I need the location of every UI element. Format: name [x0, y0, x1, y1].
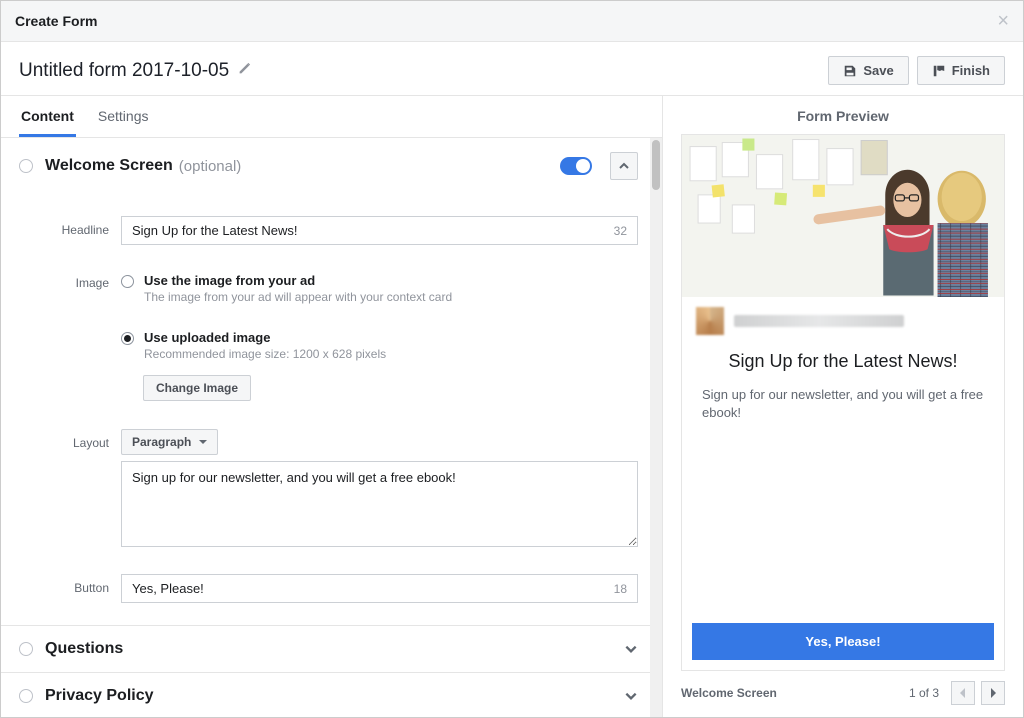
chevron-down-icon: [199, 440, 207, 444]
button-text-input[interactable]: Yes, Please! 18: [121, 574, 638, 603]
button-field-label: Button: [49, 574, 109, 595]
create-form-modal: Create Form × Untitled form 2017-10-05 S…: [0, 0, 1024, 718]
image-label: Image: [49, 269, 109, 290]
close-icon[interactable]: ×: [997, 11, 1009, 31]
section-indicator-icon: [19, 159, 33, 173]
change-image-button[interactable]: Change Image: [143, 375, 251, 401]
preview-panel: Form Preview: [663, 96, 1023, 717]
section-indicator-icon: [19, 642, 33, 656]
preview-pager: 1 of 3: [909, 681, 1005, 705]
row-button: Button Yes, Please! 18: [49, 574, 638, 603]
image-option-ad-hint: The image from your ad will appear with …: [144, 290, 452, 304]
save-icon: [843, 64, 857, 78]
section-questions-title: Questions: [45, 640, 123, 658]
button-text-value: Yes, Please!: [132, 581, 204, 596]
section-privacy-title: Privacy Policy: [45, 687, 154, 705]
modal-header: Create Form ×: [1, 1, 1023, 42]
radio-icon: [121, 275, 134, 288]
section-welcome-header[interactable]: Welcome Screen (optional): [1, 138, 656, 194]
save-label: Save: [863, 63, 893, 78]
preview-next-button[interactable]: [981, 681, 1005, 705]
headline-label: Headline: [49, 216, 109, 237]
edit-name-icon[interactable]: [237, 60, 251, 82]
preview-meta-row: [682, 297, 1004, 339]
layout-label: Layout: [49, 429, 109, 450]
preview-cta-button[interactable]: Yes, Please!: [692, 623, 994, 660]
paragraph-textarea[interactable]: [121, 461, 638, 547]
finish-button[interactable]: Finish: [917, 56, 1005, 85]
section-questions: Questions: [1, 626, 656, 673]
form-name-row: Untitled form 2017-10-05: [19, 60, 251, 82]
body: Content Settings Welcome Screen (optiona…: [1, 96, 1023, 717]
row-image: Image Use the image from your ad The ima…: [49, 269, 638, 401]
tabs: Content Settings: [1, 96, 662, 138]
toolbar: Untitled form 2017-10-05 Save Finish: [1, 42, 1023, 96]
section-welcome-title: Welcome Screen: [45, 157, 173, 175]
headline-value: Sign Up for the Latest News!: [132, 223, 297, 238]
preview-panel-title: Form Preview: [663, 96, 1023, 134]
button-text-count: 18: [614, 582, 627, 596]
section-welcome-optional: (optional): [179, 158, 242, 175]
collapse-welcome-button[interactable]: [610, 152, 638, 180]
tab-content[interactable]: Content: [19, 96, 76, 137]
modal-title: Create Form: [15, 13, 97, 29]
image-option-upload[interactable]: Use uploaded image Recommended image siz…: [121, 326, 638, 365]
chevron-down-icon: [624, 642, 638, 656]
section-privacy-header[interactable]: Privacy Policy: [1, 673, 656, 717]
scrollbar-thumb[interactable]: [652, 140, 660, 190]
section-privacy-policy: Privacy Policy: [1, 673, 656, 717]
section-questions-header[interactable]: Questions: [1, 626, 656, 672]
radio-icon-selected: [121, 332, 134, 345]
sections-scroll[interactable]: Welcome Screen (optional) Headline: [1, 138, 662, 717]
welcome-body: Headline Sign Up for the Latest News! 32…: [1, 194, 656, 625]
preview-footer-label: Welcome Screen: [681, 686, 777, 700]
row-layout: Layout Paragraph: [49, 429, 638, 550]
chevron-left-icon: [959, 688, 967, 698]
tab-settings[interactable]: Settings: [96, 96, 151, 137]
layout-selected: Paragraph: [132, 435, 191, 449]
headline-count: 32: [614, 224, 627, 238]
image-option-ad-label: Use the image from your ad: [144, 273, 452, 288]
preview-avatar: [696, 307, 724, 335]
preview-description: Sign up for our newsletter, and you will…: [682, 380, 1004, 428]
section-welcome-screen: Welcome Screen (optional) Headline: [1, 138, 656, 626]
image-option-upload-label: Use uploaded image: [144, 330, 386, 345]
preview-card: Sign Up for the Latest News! Sign up for…: [681, 134, 1005, 671]
toolbar-buttons: Save Finish: [828, 56, 1005, 85]
preview-page-count: 1 of 3: [909, 686, 939, 700]
section-indicator-icon: [19, 689, 33, 703]
save-button[interactable]: Save: [828, 56, 908, 85]
chevron-down-icon: [624, 689, 638, 703]
headline-input[interactable]: Sign Up for the Latest News! 32: [121, 216, 638, 245]
chevron-up-icon: [618, 160, 630, 172]
chevron-right-icon: [989, 688, 997, 698]
preview-image: [682, 135, 1004, 297]
preview-headline: Sign Up for the Latest News!: [682, 339, 1004, 380]
layout-dropdown[interactable]: Paragraph: [121, 429, 218, 455]
left-panel: Content Settings Welcome Screen (optiona…: [1, 96, 663, 717]
preview-page-name-blurred: [734, 315, 904, 327]
preview-footer: Welcome Screen 1 of 3: [663, 671, 1023, 717]
image-option-ad[interactable]: Use the image from your ad The image fro…: [121, 269, 638, 308]
finish-label: Finish: [952, 63, 990, 78]
preview-prev-button[interactable]: [951, 681, 975, 705]
image-option-upload-hint: Recommended image size: 1200 x 628 pixel…: [144, 347, 386, 361]
finish-icon: [932, 64, 946, 78]
row-headline: Headline Sign Up for the Latest News! 32: [49, 216, 638, 245]
form-name-text: Untitled form 2017-10-05: [19, 60, 229, 82]
scrollbar-track[interactable]: [650, 138, 662, 717]
welcome-toggle[interactable]: [560, 157, 592, 175]
